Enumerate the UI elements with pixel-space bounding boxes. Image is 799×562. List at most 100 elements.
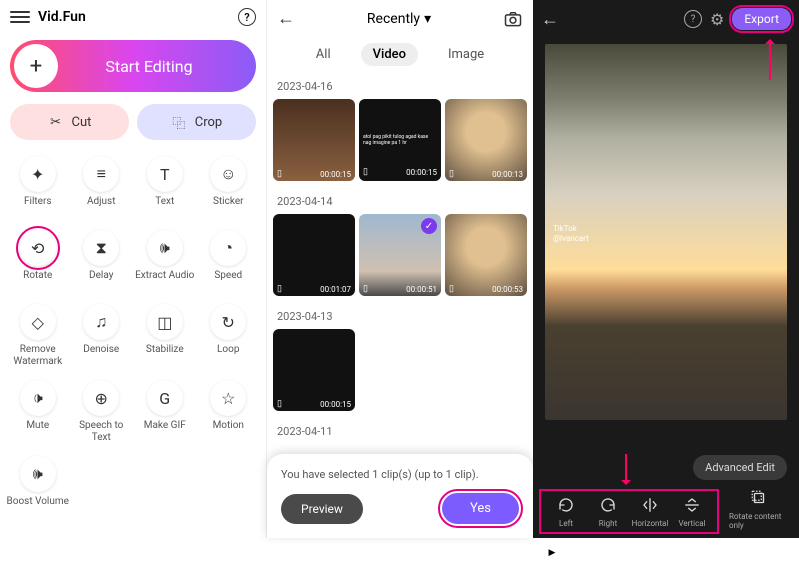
crop-label: Crop bbox=[195, 115, 222, 130]
tool-label: Remove Watermark bbox=[6, 344, 70, 368]
back-icon[interactable]: ← bbox=[277, 8, 295, 29]
tool-speech-to-text[interactable]: ⊕Speech to Text bbox=[70, 376, 134, 448]
camera-small-icon: ▯ bbox=[277, 284, 282, 294]
tool-label: Extract Audio bbox=[135, 270, 194, 292]
video-preview[interactable]: TikTok @lvancart bbox=[545, 44, 787, 420]
tool-stabilize[interactable]: ◫Stabilize bbox=[133, 300, 197, 372]
rotate-left-button[interactable]: Left bbox=[545, 495, 587, 528]
cut-crop-row: ✂ Cut ⿻ Crop bbox=[10, 104, 256, 140]
tool-label: Adjust bbox=[87, 196, 116, 218]
start-editing-label: Start Editing bbox=[62, 57, 256, 76]
advanced-edit-button[interactable]: Advanced Edit bbox=[693, 455, 787, 480]
play-button[interactable]: ▶ bbox=[543, 544, 561, 562]
tool-sticker[interactable]: ☺Sticker bbox=[197, 152, 261, 222]
preview-button[interactable]: Preview bbox=[281, 494, 363, 524]
gallery-title-dropdown[interactable]: Recently ▾ bbox=[295, 11, 503, 27]
rotate-right-button[interactable]: Right bbox=[587, 495, 629, 528]
rotate-content-only-button[interactable]: Rotate content only bbox=[729, 488, 789, 530]
thumb-row: ▯00:00:15 bbox=[273, 329, 527, 411]
thumb-info: ▯00:00:51 bbox=[363, 284, 437, 294]
camera-small-icon: ▯ bbox=[449, 284, 454, 294]
thumb-duration: 00:00:13 bbox=[492, 170, 523, 179]
thumb-row: ▯00:01:07 ✓▯00:00:51 ▯00:00:53 bbox=[273, 214, 527, 296]
tool-label: Speed bbox=[214, 270, 242, 292]
tool-rotate[interactable]: ⟲Rotate bbox=[6, 226, 70, 296]
tool-boost-volume[interactable]: 🕪 Boost Volume bbox=[6, 452, 70, 522]
tool-label: Rotate bbox=[23, 270, 52, 292]
camera-small-icon: ▯ bbox=[277, 399, 282, 409]
tool-make-gif[interactable]: GMake GIF bbox=[133, 376, 197, 448]
tool-icon: T bbox=[147, 156, 183, 192]
video-thumbnail[interactable]: ▯00:00:53 bbox=[445, 214, 527, 296]
camera-icon[interactable] bbox=[503, 9, 523, 29]
tool-extract-audio[interactable]: 🕪Extract Audio bbox=[133, 226, 197, 296]
start-editing-button[interactable]: + Start Editing bbox=[10, 40, 256, 92]
thumb-info: ▯00:01:07 bbox=[277, 284, 351, 294]
yes-button[interactable]: Yes bbox=[442, 493, 519, 524]
menu-icon[interactable] bbox=[10, 11, 30, 23]
tool-icon: ◔ bbox=[210, 230, 246, 266]
tool-label: Boost Volume bbox=[7, 496, 69, 518]
gallery-title-label: Recently bbox=[367, 11, 420, 27]
rotate-content-only-label: Rotate content only bbox=[729, 512, 789, 530]
video-thumbnail[interactable]: ▯00:01:07 bbox=[273, 214, 355, 296]
thumb-info: ▯00:00:15 bbox=[363, 167, 437, 179]
tool-label: Text bbox=[155, 196, 174, 218]
tool-text[interactable]: T Text bbox=[133, 152, 197, 222]
cut-button[interactable]: ✂ Cut bbox=[10, 104, 129, 140]
video-thumbnail[interactable]: atol pag pikit tulog agad kase nag imagi… bbox=[359, 99, 441, 181]
rotate-horizontal-icon bbox=[641, 495, 659, 515]
export-button[interactable]: Export bbox=[732, 8, 791, 30]
editor-help-icon[interactable]: ? bbox=[684, 10, 702, 28]
tool-icon: 🕩 bbox=[20, 380, 56, 416]
tool-adjust[interactable]: ≡Adjust bbox=[70, 152, 134, 222]
tool-loop[interactable]: ↻Loop bbox=[197, 300, 261, 372]
gallery-panel: ← Recently ▾ All Video Image 2023-04-16▯… bbox=[266, 0, 533, 538]
rotate-left-icon bbox=[557, 495, 575, 515]
rotate-vertical-button[interactable]: Vertical bbox=[671, 495, 713, 528]
rotate-right-icon bbox=[599, 495, 617, 515]
tab-all[interactable]: All bbox=[304, 43, 343, 66]
rotate-label: Left bbox=[559, 519, 573, 528]
tool-mute[interactable]: 🕩 Mute bbox=[6, 376, 70, 448]
video-thumbnail[interactable]: ▯00:00:13 bbox=[445, 99, 527, 181]
thumb-info: ▯00:00:15 bbox=[277, 399, 351, 409]
tool-icon: ↻ bbox=[210, 304, 246, 340]
thumb-duration: 00:00:15 bbox=[320, 170, 351, 179]
help-icon[interactable]: ? bbox=[238, 8, 256, 26]
tool-filters[interactable]: ✦Filters bbox=[6, 152, 70, 222]
video-thumbnail[interactable]: ▯00:00:15 bbox=[273, 329, 355, 411]
tool-motion[interactable]: ☆Motion bbox=[197, 376, 261, 448]
tool-label: Sticker bbox=[213, 196, 244, 218]
crop-button[interactable]: ⿻ Crop bbox=[137, 104, 256, 140]
camera-small-icon: ▯ bbox=[363, 167, 368, 179]
settings-gear-icon[interactable]: ⚙ bbox=[710, 10, 724, 29]
video-thumbnail[interactable]: ✓▯00:00:51 bbox=[359, 214, 441, 296]
date-label: 2023-04-11 bbox=[273, 421, 527, 444]
editor-back-icon[interactable]: ← bbox=[541, 9, 559, 30]
tool-label: Mute bbox=[26, 420, 49, 442]
rotate-label: Vertical bbox=[678, 519, 705, 528]
editor-panel: ← ? ⚙ Export TikTok @lvancart ▶ Advanced… bbox=[533, 0, 799, 538]
tool-denoise[interactable]: ♫ Denoise bbox=[70, 300, 134, 372]
thumb-info: ▯ 00:00:15 bbox=[277, 169, 351, 179]
tool-delay[interactable]: ⧗Delay bbox=[70, 226, 134, 296]
home-panel: Vid.Fun ? + Start Editing ✂ Cut ⿻ Crop ✦… bbox=[0, 0, 266, 538]
camera-small-icon: ▯ bbox=[277, 169, 282, 179]
thumb-info: ▯00:00:53 bbox=[449, 284, 523, 294]
tool-icon: ♫ bbox=[83, 304, 119, 340]
tab-image[interactable]: Image bbox=[436, 43, 496, 66]
tool-label: Denoise bbox=[83, 344, 119, 366]
rotate-content-icon bbox=[750, 488, 768, 508]
tool-icon: ◫ bbox=[147, 304, 183, 340]
tab-video[interactable]: Video bbox=[361, 43, 418, 66]
tool-speed[interactable]: ◔ Speed bbox=[197, 226, 261, 296]
video-thumbnail[interactable]: ▯ 00:00:15 bbox=[273, 99, 355, 181]
tool-remove-watermark[interactable]: ◇Remove Watermark bbox=[6, 300, 70, 372]
sheet-button-row: Preview Yes bbox=[281, 493, 519, 524]
cut-label: Cut bbox=[72, 115, 92, 130]
selection-count-text: You have selected 1 clip(s) (up to 1 cli… bbox=[281, 468, 519, 481]
thumb-info: ▯00:00:13 bbox=[449, 169, 523, 179]
tool-icon: 🕪 bbox=[20, 456, 56, 492]
rotate-horizontal-button[interactable]: Horizontal bbox=[629, 495, 671, 528]
